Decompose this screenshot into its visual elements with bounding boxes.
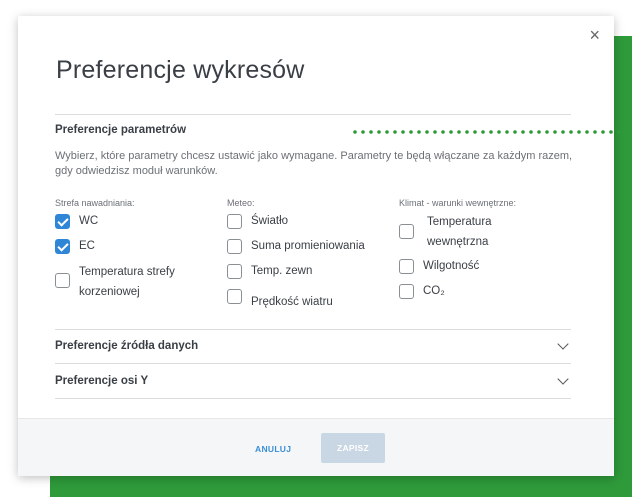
option-humidity[interactable]: Wilgotność — [399, 259, 579, 275]
save-button[interactable]: ZAPISZ — [321, 433, 385, 463]
checkbox[interactable] — [399, 259, 414, 274]
dot — [617, 130, 621, 134]
dot — [369, 130, 373, 134]
dot — [353, 130, 357, 134]
dot — [425, 130, 429, 134]
option-label: CO₂ — [423, 285, 445, 297]
column-meteo: Meteo: Światło Suma promieniowania Temp.… — [227, 198, 397, 320]
option-label: WC — [79, 215, 99, 227]
column-heading: Klimat - warunki wewnętrzne: — [399, 198, 517, 208]
checkbox[interactable] — [55, 214, 70, 229]
checkbox[interactable] — [227, 214, 242, 229]
option-root-zone-temperature[interactable]: Temperatura strefy korzeniowej — [55, 264, 225, 302]
checkbox[interactable] — [55, 273, 70, 288]
option-label: Prędkość wiatru — [251, 296, 333, 308]
dot — [593, 130, 597, 134]
dot — [481, 130, 485, 134]
column-indoor-climate: Klimat - warunki wewnętrzne: Temperatura… — [399, 198, 579, 309]
dot — [401, 130, 405, 134]
option-label: Suma promieniowania — [251, 240, 365, 252]
option-indoor-temperature[interactable]: Temperatura wewnętrzna — [399, 214, 579, 252]
dot — [585, 130, 589, 134]
option-label: EC — [79, 240, 95, 252]
preferences-dialog: × Preferencje wykresów Preferencje param… — [18, 16, 614, 476]
checkbox[interactable] — [399, 284, 414, 299]
dot — [449, 130, 453, 134]
dot — [625, 130, 629, 134]
dot — [577, 130, 581, 134]
chevron-down-icon[interactable] — [557, 338, 569, 350]
dot — [521, 130, 525, 134]
checkbox[interactable] — [399, 224, 414, 239]
dot — [489, 130, 493, 134]
dotted-annotation-line — [353, 130, 629, 134]
option-co2[interactable]: CO₂ — [399, 284, 579, 300]
dot — [385, 130, 389, 134]
divider — [55, 114, 571, 115]
option-ec[interactable]: EC — [55, 239, 225, 255]
dot — [505, 130, 509, 134]
dot — [441, 130, 445, 134]
dialog-title: Preferencje wykresów — [56, 56, 305, 84]
checkbox[interactable] — [55, 239, 70, 254]
option-outside-temp[interactable]: Temp. zewn — [227, 264, 397, 280]
option-wind-speed[interactable]: Prędkość wiatru — [227, 289, 397, 311]
dot — [473, 130, 477, 134]
option-label: Temperatura wewnętrzna — [427, 216, 492, 248]
option-label: Światło — [251, 215, 289, 227]
checkbox[interactable] — [227, 239, 242, 254]
dot — [497, 130, 501, 134]
dialog-footer: ANULUJ ZAPISZ — [18, 418, 614, 476]
column-heading: Strefa nawadniania: — [55, 198, 135, 208]
option-wc[interactable]: WC — [55, 214, 225, 230]
dot — [537, 130, 541, 134]
section-title: Preferencje źródła danych — [55, 340, 199, 352]
option-label: Wilgotność — [423, 260, 480, 272]
divider — [55, 329, 571, 330]
dot — [569, 130, 573, 134]
dot — [361, 130, 365, 134]
dot — [553, 130, 557, 134]
option-light[interactable]: Światło — [227, 214, 397, 230]
section-header-data-source[interactable]: Preferencje źródła danych — [55, 338, 571, 352]
dot — [409, 130, 413, 134]
dot — [457, 130, 461, 134]
dot — [545, 130, 549, 134]
option-radiation-sum[interactable]: Suma promieniowania — [227, 239, 397, 255]
dot — [433, 130, 437, 134]
chevron-down-icon[interactable] — [557, 373, 569, 385]
section-header-y-axis[interactable]: Preferencje osi Y — [55, 373, 571, 387]
dot — [465, 130, 469, 134]
dot — [601, 130, 605, 134]
dot — [609, 130, 613, 134]
section-title: Preferencje osi Y — [55, 375, 149, 387]
cancel-button[interactable]: ANULUJ — [255, 444, 291, 454]
option-label: Temp. zewn — [251, 265, 313, 277]
dot — [513, 130, 517, 134]
dot — [377, 130, 381, 134]
dot — [529, 130, 533, 134]
option-label: Temperatura strefy korzeniowej — [79, 266, 175, 298]
dot — [417, 130, 421, 134]
divider — [55, 363, 571, 364]
column-heading: Meteo: — [227, 198, 255, 208]
section-description: Wybierz, które parametry chcesz ustawić … — [55, 150, 573, 177]
section-title: Preferencje parametrów — [55, 124, 187, 136]
column-irrigation-zone: Strefa nawadniania: WC EC Temperatura st… — [55, 198, 225, 311]
dot — [561, 130, 565, 134]
dot — [393, 130, 397, 134]
checkbox[interactable] — [227, 264, 242, 279]
checkbox[interactable] — [227, 289, 242, 304]
close-icon[interactable]: × — [589, 26, 600, 44]
divider — [55, 398, 571, 399]
